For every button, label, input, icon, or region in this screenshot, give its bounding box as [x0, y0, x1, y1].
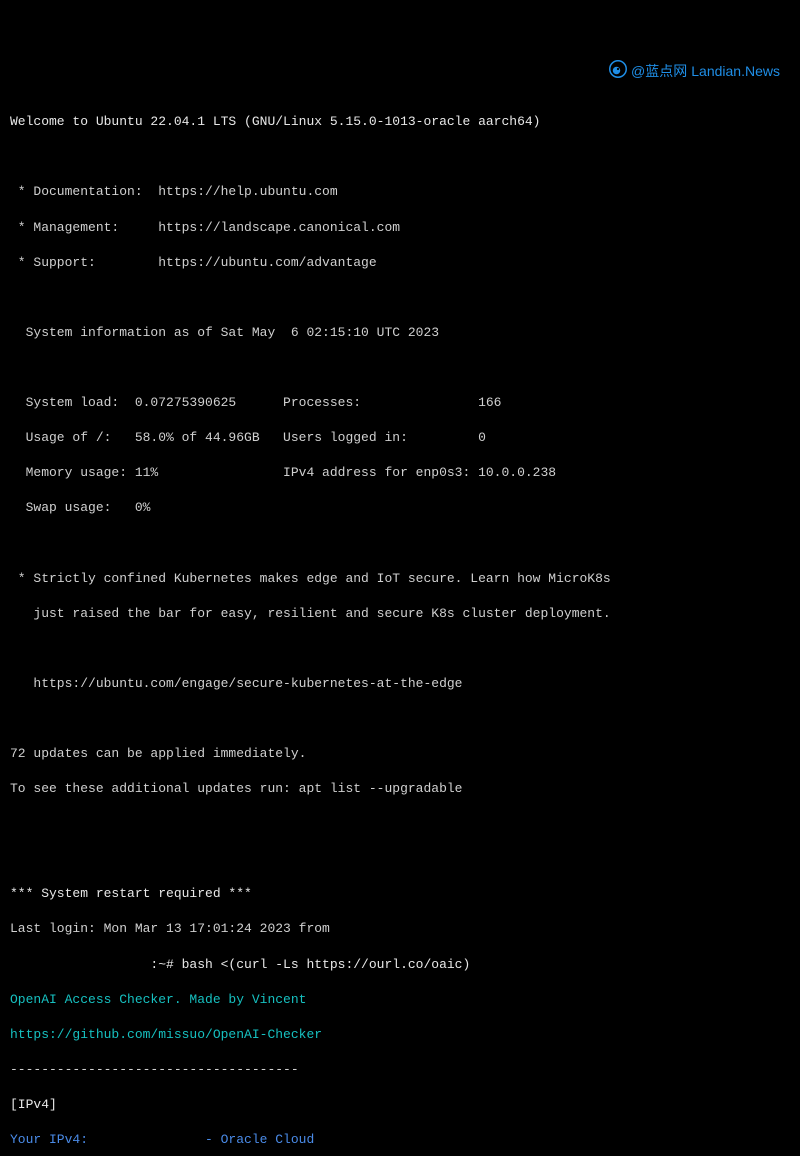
watermark-url: Landian.News [691, 62, 780, 81]
blank [10, 815, 790, 833]
sys-row-4: Swap usage: 0% [10, 499, 790, 517]
doc-link: * Documentation: https://help.ubuntu.com [10, 183, 790, 201]
ipv4-line: Your IPv4: - Oracle Cloud [10, 1131, 790, 1149]
welcome-line: Welcome to Ubuntu 22.04.1 LTS (GNU/Linux… [10, 113, 790, 131]
blank [10, 148, 790, 166]
checker-repo: https://github.com/missuo/OpenAI-Checker [10, 1026, 790, 1044]
terminal-screen: { "watermark": { "handle": "@蓝点网", "url"… [0, 0, 800, 578]
last-login: Last login: Mon Mar 13 17:01:24 2023 fro… [10, 920, 790, 938]
separator: ------------------------------------- [10, 1061, 790, 1079]
blank [10, 710, 790, 728]
sys-row-1: System load: 0.07275390625 Processes: 16… [10, 394, 790, 412]
weibo-icon [609, 60, 627, 83]
blank [10, 534, 790, 552]
restart-required: *** System restart required *** [10, 885, 790, 903]
blank [10, 640, 790, 658]
shell-prompt[interactable]: :~# bash <(curl -Ls https://ourl.co/oaic… [10, 956, 790, 974]
updates-1: 72 updates can be applied immediately. [10, 745, 790, 763]
sys-row-3: Memory usage: 11% IPv4 address for enp0s… [10, 464, 790, 482]
ipv4-header: [IPv4] [10, 1096, 790, 1114]
sysinfo-header: System information as of Sat May 6 02:15… [10, 324, 790, 342]
checker-title: OpenAI Access Checker. Made by Vincent [10, 991, 790, 1009]
support-link: * Support: https://ubuntu.com/advantage [10, 254, 790, 272]
microk8s-2: just raised the bar for easy, resilient … [10, 605, 790, 623]
blank [10, 850, 790, 868]
microk8s-url: https://ubuntu.com/engage/secure-kuberne… [10, 675, 790, 693]
blank [10, 289, 790, 307]
watermark-handle: @蓝点网 [631, 62, 687, 81]
updates-2: To see these additional updates run: apt… [10, 780, 790, 798]
watermark: @蓝点网 Landian.News [609, 60, 780, 83]
mgmt-link: * Management: https://landscape.canonica… [10, 219, 790, 237]
blank [10, 359, 790, 377]
sys-row-2: Usage of /: 58.0% of 44.96GB Users logge… [10, 429, 790, 447]
microk8s-1: * Strictly confined Kubernetes makes edg… [10, 570, 790, 588]
